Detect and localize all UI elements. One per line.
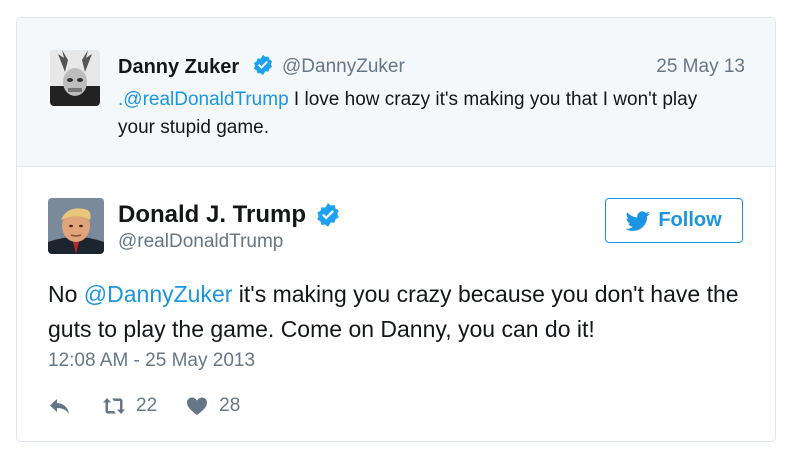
follow-button[interactable]: Follow — [605, 198, 743, 243]
donald-trump-avatar[interactable] — [48, 198, 104, 254]
retweet-button[interactable]: 22 — [102, 394, 157, 418]
tweet-embed-card: Danny Zuker @DannyZuker 25 May 13 .@real… — [16, 17, 776, 442]
mention-link[interactable]: @DannyZuker — [84, 281, 233, 307]
quoted-author-name[interactable]: Danny Zuker — [118, 56, 239, 79]
author-name[interactable]: Donald J. Trump — [118, 201, 306, 229]
retweet-count: 22 — [136, 395, 158, 416]
in-reply-to-tweet[interactable]: Danny Zuker @DannyZuker 25 May 13 .@real… — [17, 18, 775, 167]
heart-icon — [187, 397, 208, 415]
retweet-icon — [103, 398, 125, 414]
author-handle[interactable]: @realDonaldTrump — [118, 231, 283, 253]
reply-button[interactable] — [48, 394, 72, 418]
verified-badge-icon — [317, 203, 339, 227]
tweet-timestamp[interactable]: 12:08 AM - 25 May 2013 — [48, 350, 255, 372]
verified-badge-icon — [253, 54, 273, 76]
tweet-actions: 22 28 — [48, 394, 240, 418]
danny-zuker-avatar[interactable] — [50, 50, 100, 106]
mention-link[interactable]: .@realDonaldTrump — [118, 89, 289, 110]
quoted-tweet-date[interactable]: 25 May 13 — [656, 56, 745, 78]
like-count: 28 — [219, 395, 241, 416]
quoted-author-handle[interactable]: @DannyZuker — [282, 56, 405, 78]
like-button[interactable]: 28 — [185, 394, 240, 418]
quoted-tweet-text: .@realDonaldTrump I love how crazy it's … — [118, 86, 738, 142]
tweet-text-prefix: No — [48, 281, 84, 307]
tweet-text: No @DannyZuker it's making you crazy bec… — [48, 277, 748, 347]
follow-label: Follow — [658, 209, 722, 231]
reply-icon — [50, 399, 69, 414]
twitter-bird-icon — [626, 210, 650, 231]
